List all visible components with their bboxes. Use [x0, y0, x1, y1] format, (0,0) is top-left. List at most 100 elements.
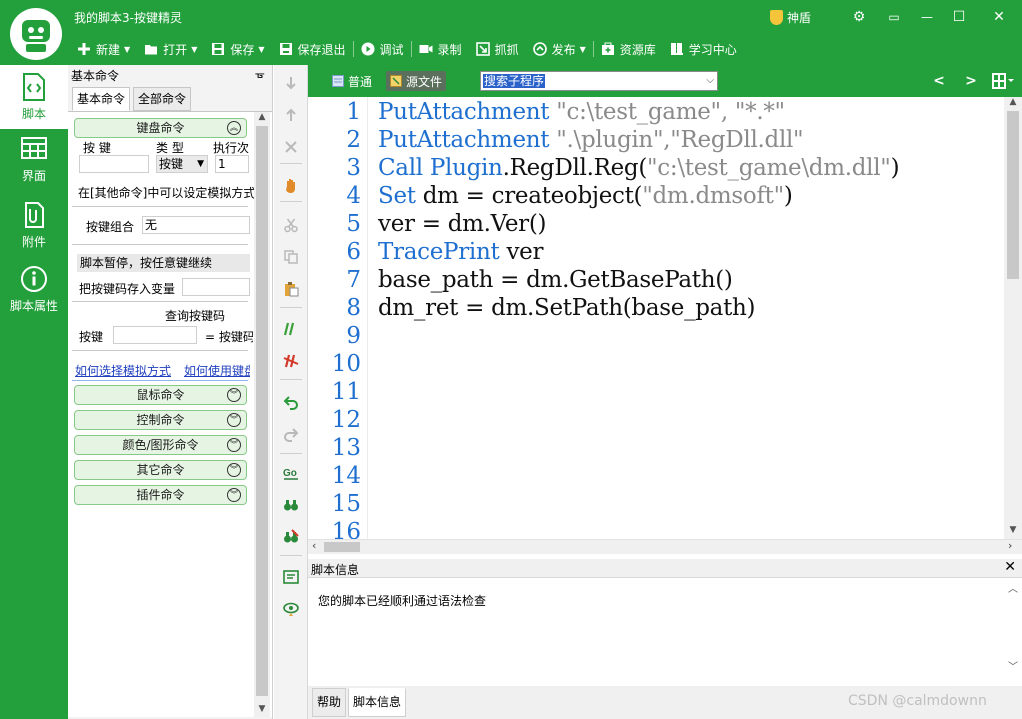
group-label: 其它命令 — [136, 463, 185, 477]
caret-down-icon: ▼ — [124, 44, 131, 54]
code-token: PutAttachment — [378, 99, 557, 125]
undo-icon[interactable] — [283, 395, 299, 411]
hand-icon[interactable] — [283, 177, 299, 193]
search-subroutine-select[interactable]: 搜索子程序 ⌵ — [480, 71, 718, 91]
layout-switch-icon[interactable] — [992, 73, 1014, 89]
settings-button[interactable]: ⚙ — [846, 6, 872, 28]
store-variable-input[interactable] — [182, 278, 250, 296]
move-up-icon[interactable] — [283, 107, 299, 123]
record-button[interactable]: 录制 — [412, 37, 469, 61]
learning-center-button[interactable]: 学习中心 — [663, 37, 744, 61]
toolbar-divider — [280, 555, 302, 556]
copy-icon[interactable] — [283, 249, 299, 265]
save-exit-button[interactable]: 保存退出 — [272, 37, 353, 61]
divider — [72, 244, 248, 245]
info-scrollbar[interactable]: ︿ ﹀ — [1004, 578, 1022, 686]
code-line[interactable]: PutAttachment "c:\test_game", "*.*" — [378, 98, 785, 126]
how-to-use-keyboard-link[interactable]: 如何使用键盘 — [184, 362, 250, 379]
open-button[interactable]: 打开 ▼ — [137, 37, 204, 61]
nav-item-properties[interactable]: 脚本属性 — [0, 261, 68, 325]
paste-icon[interactable] — [283, 281, 299, 297]
code-editor[interactable]: 1 2 3 4 5 6 7 8 9 10 11 12 13 14 15 16 PutAttachment "c… — [308, 97, 1022, 539]
close-icon[interactable]: ✕ — [1004, 559, 1016, 575]
scroll-down-icon[interactable]: ▼ — [254, 704, 270, 714]
mode-normal-button[interactable]: 普通 — [328, 71, 376, 91]
combo-select[interactable]: 无 — [142, 216, 250, 234]
other-commands-group[interactable]: 其它命令 ︾ — [74, 460, 247, 480]
cut-icon[interactable] — [283, 217, 299, 233]
source-file-icon — [390, 75, 402, 87]
shield-label: 神盾 — [787, 11, 812, 25]
code-line[interactable]: ver = dm.Ver() — [378, 210, 547, 238]
uncomment-icon[interactable] — [283, 353, 299, 369]
mouse-commands-group[interactable]: 鼠标命令 ︾ — [74, 385, 247, 405]
publish-label: 发布 — [551, 42, 576, 57]
capture-button[interactable]: 抓抓 — [469, 37, 526, 61]
scroll-down-icon[interactable]: ﹀ — [1004, 658, 1022, 673]
color-image-commands-group[interactable]: 颜色/图形命令 ︾ — [74, 435, 247, 455]
control-commands-group[interactable]: 控制命令 ︾ — [74, 410, 247, 430]
keyboard-commands-group[interactable]: 键盘命令 ︽ — [74, 118, 247, 138]
code-line[interactable]: PutAttachment ".\plugin","RegDll.dll" — [378, 126, 804, 154]
scroll-thumb[interactable] — [1007, 111, 1019, 279]
nav-item-attachment[interactable]: 附件 — [0, 195, 68, 259]
type-select[interactable]: 按键 ▼ — [156, 155, 208, 173]
shield-button[interactable]: 神盾 — [770, 9, 811, 26]
panel-scrollbar[interactable]: ▲ ▼ — [254, 112, 270, 717]
redo-icon[interactable] — [283, 427, 299, 443]
menu-button[interactable]: ▭ — [881, 6, 907, 28]
editor-horizontal-scrollbar[interactable]: ‹ › — [308, 539, 1022, 554]
new-button[interactable]: 新建 ▼ — [70, 37, 137, 61]
debug-button[interactable]: 调试 — [354, 37, 411, 61]
delete-icon[interactable] — [283, 139, 299, 155]
code-line[interactable]: base_path = dm.GetBasePath() — [378, 266, 733, 294]
tab-all-commands[interactable]: 全部命令 — [133, 87, 192, 111]
tab-script-info[interactable]: 脚本信息 — [348, 688, 407, 717]
scroll-thumb[interactable] — [324, 542, 360, 552]
code-token: "dm.dmsoft" — [642, 183, 784, 209]
maximize-button[interactable]: ☐ — [946, 6, 972, 28]
code-line[interactable]: dm_ret = dm.SetPath(base_path) — [378, 294, 756, 322]
minimize-button[interactable]: — — [914, 6, 940, 28]
code-line[interactable]: TracePrint ver — [378, 238, 543, 266]
publish-button[interactable]: 发布 ▼ — [526, 37, 593, 61]
replace-icon[interactable] — [283, 529, 299, 545]
comment-icon[interactable] — [283, 321, 299, 337]
code-line[interactable]: Set dm = createobject("dm.dmsoft") — [378, 182, 793, 210]
close-button[interactable]: ✕ — [986, 6, 1012, 28]
divider — [72, 380, 248, 381]
query-key-input[interactable] — [113, 326, 197, 344]
code-token: ver — [506, 239, 544, 265]
how-to-choose-mode-link[interactable]: 如何选择模拟方式 — [75, 362, 171, 379]
find-icon[interactable] — [283, 497, 299, 513]
scroll-thumb[interactable] — [256, 126, 268, 696]
exec-count-input[interactable]: 1 — [215, 155, 249, 173]
scroll-up-icon[interactable]: ︿ — [1004, 580, 1022, 595]
prev-arrow-icon[interactable]: < — [929, 71, 949, 91]
mode-source-button[interactable]: 源文件 — [386, 71, 447, 91]
pin-icon[interactable]: ᚗ — [255, 67, 264, 80]
next-arrow-icon[interactable]: > — [961, 71, 981, 91]
pause-command-select[interactable]: 脚本暂停，按任意键继续 — [77, 254, 250, 272]
scroll-left-icon[interactable]: ‹ — [312, 539, 316, 552]
group-label: 鼠标命令 — [136, 388, 185, 402]
scroll-up-icon[interactable]: ▲ — [1004, 97, 1022, 107]
nav-item-ui[interactable]: 界面 — [0, 129, 68, 193]
check-syntax-icon[interactable] — [283, 601, 299, 617]
editor-vertical-scrollbar[interactable]: ▲ ▼ — [1004, 97, 1022, 539]
move-down-icon[interactable] — [283, 75, 299, 91]
tab-help[interactable]: 帮助 — [312, 688, 347, 717]
capture-label: 抓抓 — [494, 42, 519, 57]
scroll-up-icon[interactable]: ▲ — [254, 112, 270, 122]
preview-icon[interactable] — [283, 569, 299, 585]
tab-basic-commands[interactable]: 基本命令 — [72, 87, 131, 111]
key-input[interactable] — [79, 155, 149, 173]
nav-item-script[interactable]: 脚本 — [0, 65, 68, 129]
scroll-down-icon[interactable]: ▼ — [1004, 525, 1022, 535]
goto-icon[interactable]: Go — [283, 465, 299, 481]
save-button[interactable]: 保存 ▼ — [204, 37, 271, 61]
resources-button[interactable]: 资源库 — [594, 37, 663, 61]
code-line[interactable]: Call Plugin.RegDll.Reg("c:\test_game\dm.… — [378, 154, 900, 182]
plugin-commands-group[interactable]: 插件命令 ︾ — [74, 485, 247, 505]
scroll-right-icon[interactable]: › — [1008, 539, 1012, 552]
